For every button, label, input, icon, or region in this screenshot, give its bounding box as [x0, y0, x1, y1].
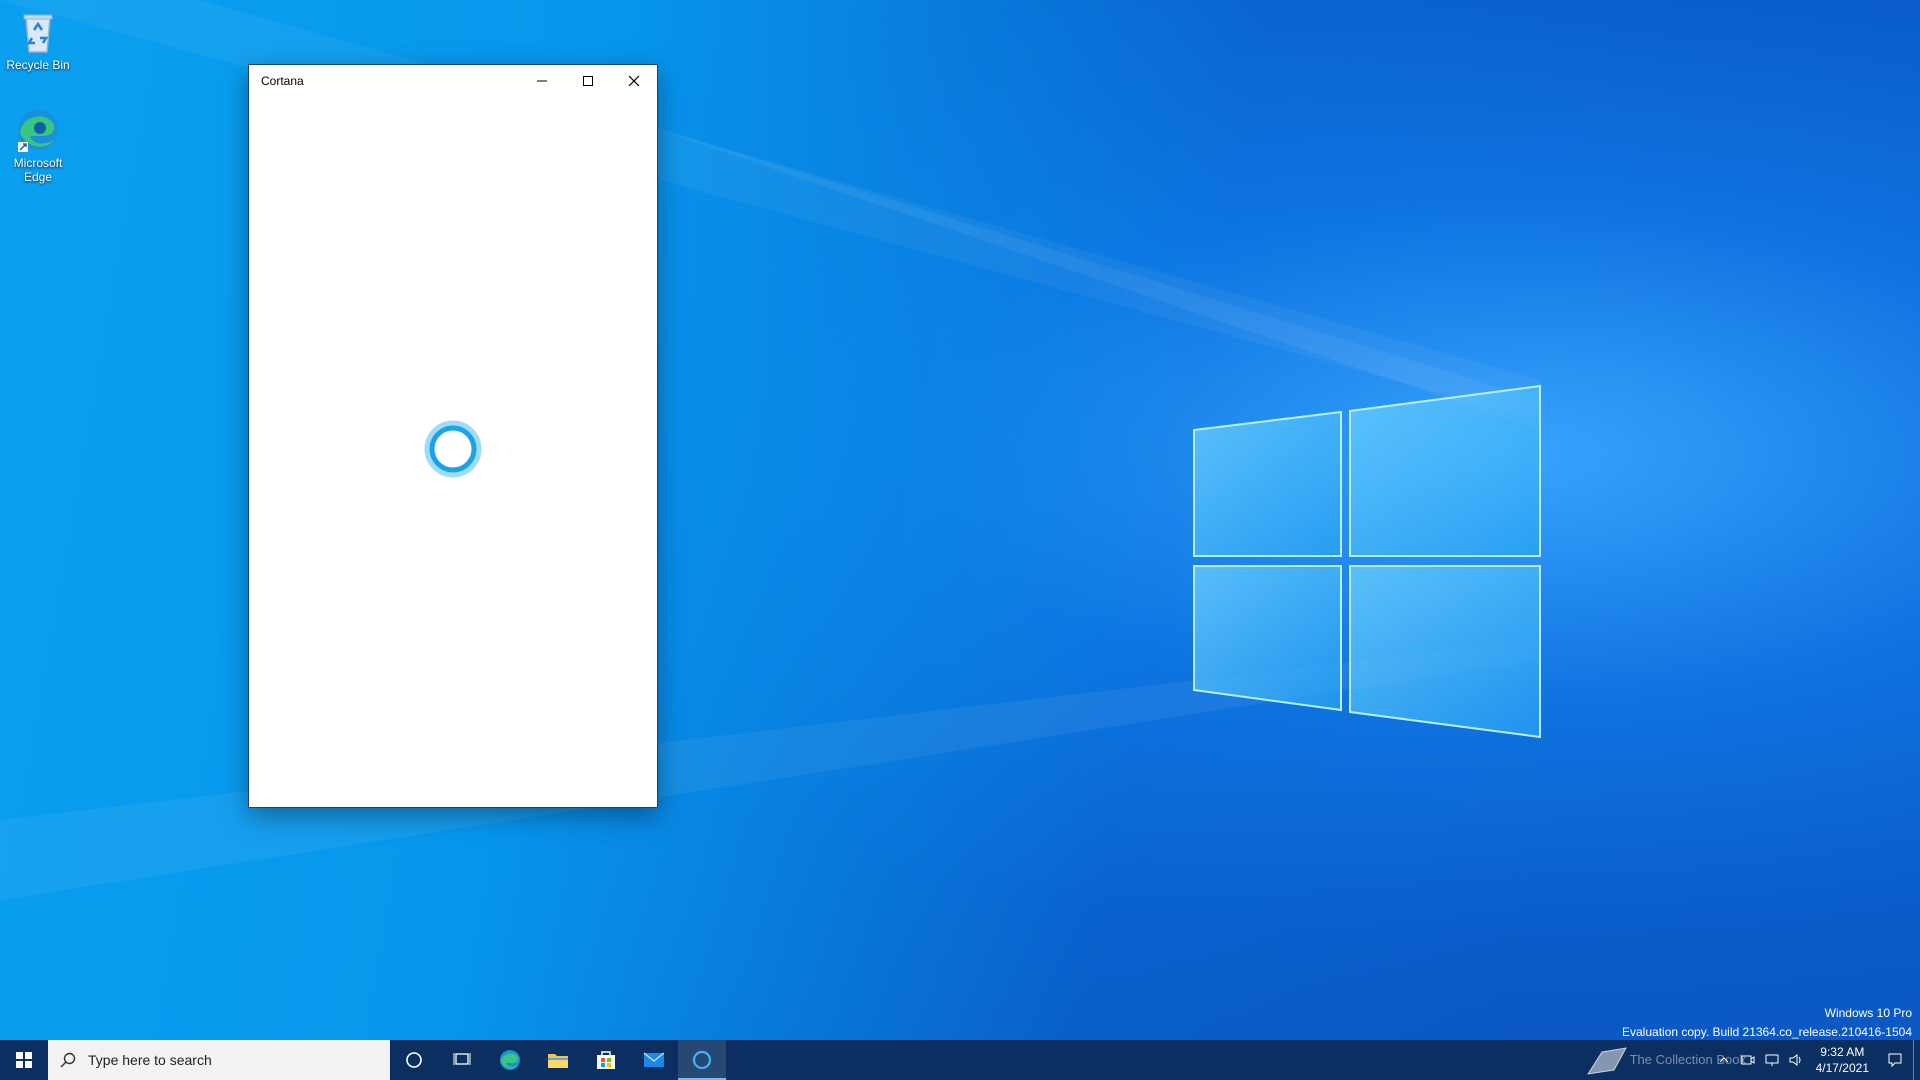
minimize-button[interactable] — [519, 65, 565, 97]
taskbar-clock[interactable]: 9:32 AM 4/17/2021 — [1808, 1044, 1877, 1076]
overlay-text: The Collection Book — [1629, 1052, 1746, 1067]
clock-date: 4/17/2021 — [1815, 1061, 1869, 1075]
window-title: Cortana — [261, 74, 304, 88]
edge-icon — [500, 1050, 520, 1070]
windows-start-icon — [16, 1052, 32, 1068]
watermark-build: Evaluation copy. Build 21364.co_release.… — [1622, 1025, 1912, 1039]
mail-taskbar-button[interactable] — [630, 1040, 678, 1080]
cortana-window[interactable]: Cortana — [248, 64, 658, 808]
task-view-button[interactable] — [438, 1040, 486, 1080]
desktop-icon-edge[interactable]: Microsoft Edge — [0, 106, 78, 184]
close-icon — [628, 75, 640, 87]
maximize-icon — [583, 76, 593, 86]
cortana-icon — [406, 1052, 422, 1068]
clock-time: 9:32 AM — [1820, 1045, 1865, 1059]
recycle-bin-icon — [14, 8, 62, 56]
mail-icon — [643, 1052, 665, 1067]
search-icon — [60, 1052, 76, 1068]
desktop-icon-label: Recycle Bin — [6, 58, 70, 72]
network-icon — [1765, 1054, 1779, 1066]
edge-icon — [14, 106, 62, 154]
task-view-icon — [453, 1053, 471, 1065]
desktop-icon-label: Microsoft Edge — [13, 156, 63, 184]
notification-icon — [1888, 1053, 1902, 1068]
edge-taskbar-button[interactable] — [486, 1040, 534, 1080]
store-icon — [597, 1051, 615, 1069]
search-placeholder: Type here to search — [88, 1052, 212, 1068]
tray-network[interactable] — [1760, 1040, 1784, 1080]
cortana-taskbar-button[interactable] — [390, 1040, 438, 1080]
maximize-button[interactable] — [565, 65, 611, 97]
cortana-app-taskbar-button[interactable] — [678, 1040, 726, 1080]
watermark-edition: Windows 10 Pro — [1824, 1006, 1912, 1020]
action-center-button[interactable] — [1877, 1040, 1913, 1080]
minimize-icon — [537, 80, 547, 82]
file-explorer-icon — [548, 1054, 568, 1068]
start-button[interactable] — [0, 1040, 48, 1080]
windows-logo-wallpaper — [1193, 384, 1541, 739]
system-tray: The Collection Book 9:32 AM 4/17/2021 — [1586, 1040, 1920, 1080]
store-taskbar-button[interactable] — [582, 1040, 630, 1080]
watermark-overlay: The Collection Book — [1586, 1040, 1746, 1080]
show-desktop-button[interactable] — [1913, 1040, 1920, 1080]
file-explorer-taskbar-button[interactable] — [534, 1040, 582, 1080]
cortana-app-icon — [692, 1050, 712, 1070]
desktop-icon-recycle-bin[interactable]: Recycle Bin — [0, 8, 78, 72]
taskbar-search-box[interactable]: Type here to search — [48, 1040, 390, 1080]
cortana-ring-icon — [424, 420, 482, 478]
volume-icon — [1789, 1054, 1801, 1066]
tray-volume[interactable] — [1784, 1040, 1808, 1080]
window-titlebar[interactable]: Cortana — [249, 65, 657, 97]
close-button[interactable] — [611, 65, 657, 97]
taskbar: Type here to search The Collection Book … — [0, 1040, 1920, 1080]
book-logo-icon — [1586, 1047, 1627, 1075]
